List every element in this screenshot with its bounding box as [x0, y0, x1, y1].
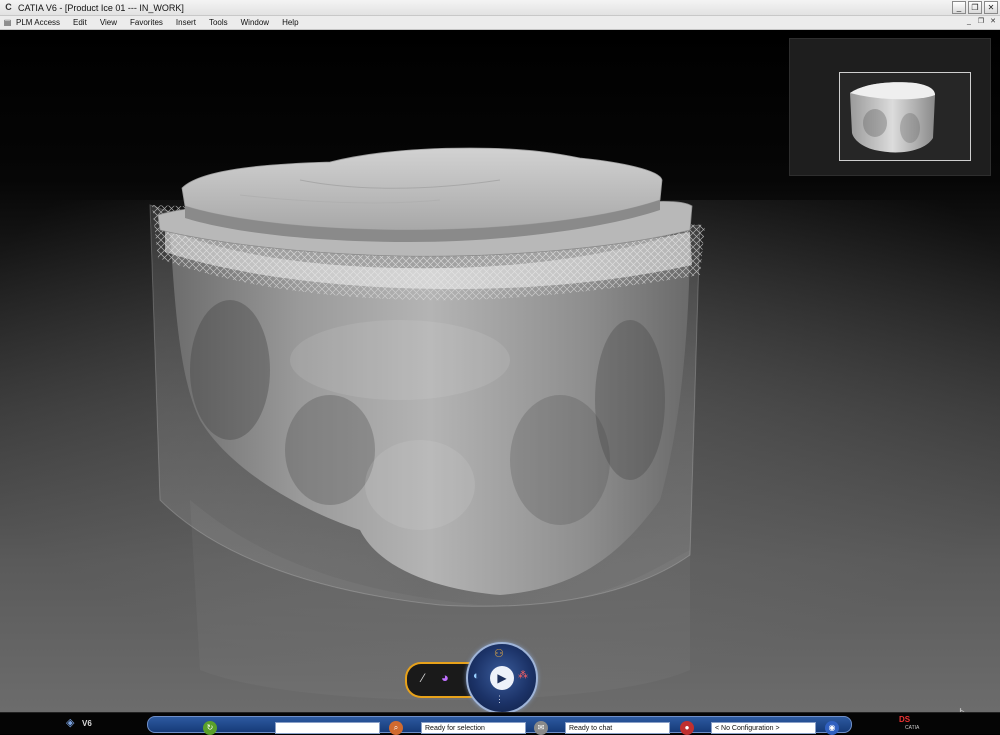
doc-restore-button[interactable]: ❐ — [976, 17, 986, 26]
menu-plm-access[interactable]: PLM Access — [16, 18, 60, 27]
compass-wheel[interactable]: ⚇ ◐ ⁂ ⋮ ▶ — [466, 642, 538, 712]
menu-bar: ▤ PLM Access Edit View Favorites Insert … — [0, 16, 1000, 30]
menu-edit[interactable]: Edit — [73, 18, 87, 27]
ds-logo: DS — [899, 715, 911, 724]
document-window-controls: _ ❐ ✕ — [964, 17, 998, 26]
menu-favorites[interactable]: Favorites — [130, 18, 163, 27]
status-pill: ↻ ^ ⌕ Ready for selection ^ ✉ Ready to c… — [147, 716, 852, 735]
thumbnail-ice-block — [850, 82, 935, 153]
chevron-up-icon[interactable]: ^ — [811, 722, 814, 734]
axis-triad-icon: ⊾ — [958, 703, 970, 712]
catia-c-icon[interactable]: C — [3, 2, 14, 13]
chat-status: Ready to chat — [565, 722, 670, 734]
chevron-up-icon[interactable]: ^ — [520, 722, 523, 734]
3d-viewport[interactable]: ⁄ ◕ ⚇ ◐ ⁂ ⋮ ▶ ⊾ — [0, 30, 1000, 712]
configuration-field[interactable]: < No Configuration > — [711, 722, 816, 734]
minimize-button[interactable]: _ — [952, 1, 966, 14]
sketch-icon[interactable]: ⁄ — [422, 671, 424, 685]
thumbnail-view-frame[interactable] — [839, 72, 971, 161]
menu-insert[interactable]: Insert — [176, 18, 196, 27]
chevron-up-icon[interactable]: ^ — [373, 722, 376, 734]
globe-icon[interactable]: ◐ — [473, 670, 480, 682]
chevron-up-icon[interactable]: ^ — [664, 722, 667, 734]
overview-thumbnail[interactable] — [789, 38, 991, 176]
document-icon[interactable]: ▤ — [2, 17, 13, 28]
v6-compass-icon[interactable]: ◈ — [66, 716, 74, 729]
ds-catia-label: CATIA — [905, 725, 920, 731]
selection-status: Ready for selection — [421, 722, 526, 734]
network-icon[interactable]: ⁂ — [518, 670, 528, 681]
window-title: CATIA V6 - [Product Ice 01 --- IN_WORK] — [18, 2, 184, 13]
menu-window[interactable]: Window — [241, 18, 269, 27]
window-controls: _ ❐ ✕ — [952, 1, 998, 14]
title-bar: C CATIA V6 - [Product Ice 01 --- IN_WORK… — [0, 0, 1000, 16]
menu-tools[interactable]: Tools — [209, 18, 228, 27]
users-icon[interactable]: ⚇ — [494, 647, 504, 660]
doc-close-button[interactable]: ✕ — [988, 17, 998, 26]
close-button[interactable]: ✕ — [984, 1, 998, 14]
selection-field[interactable] — [275, 722, 380, 734]
dots-icon[interactable]: ⋮ — [495, 694, 504, 705]
compass-widget[interactable]: ⁄ ◕ ⚇ ◐ ⁂ ⋮ ▶ — [405, 642, 540, 712]
menu-view[interactable]: View — [100, 18, 117, 27]
doc-minimize-button[interactable]: _ — [964, 17, 974, 26]
restore-button[interactable]: ❐ — [968, 1, 982, 14]
play-icon[interactable]: ▶ — [490, 666, 514, 690]
render-style-icon[interactable]: ◕ — [441, 670, 449, 685]
menu-help[interactable]: Help — [282, 18, 298, 27]
status-bar: ◈ V6 ↻ ^ ⌕ Ready for selection ^ ✉ Ready… — [0, 712, 1000, 735]
brand-label: V6 — [82, 719, 92, 728]
